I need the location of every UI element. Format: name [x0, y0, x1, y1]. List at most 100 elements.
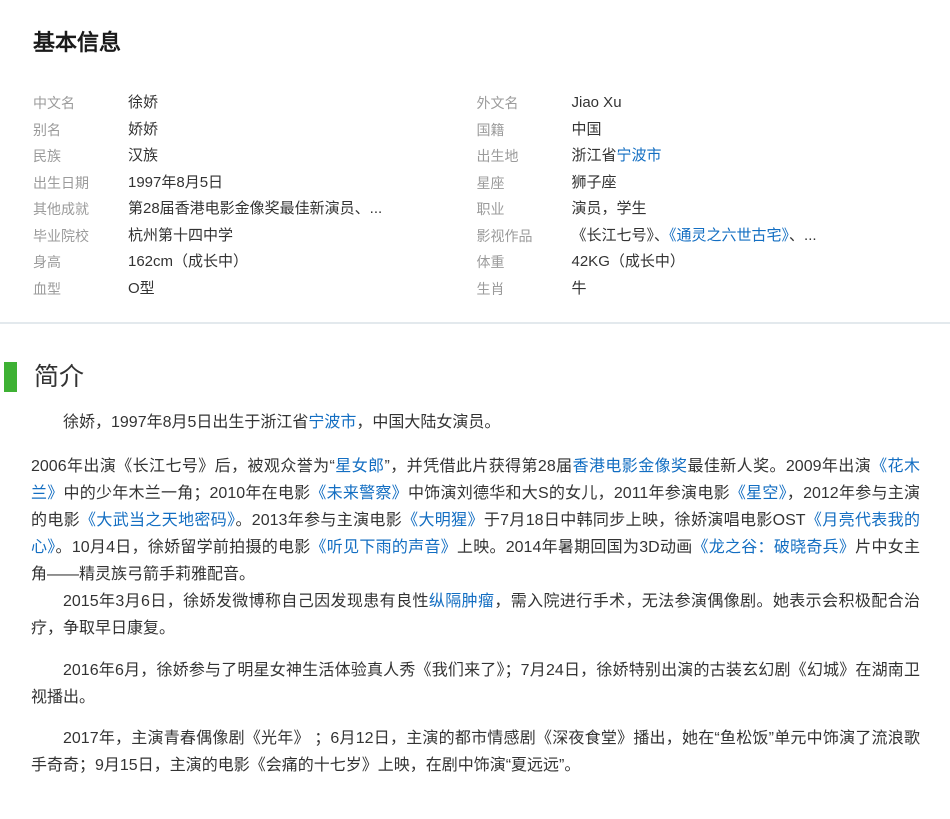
- info-value: 牛: [572, 276, 587, 303]
- text-segment: 徐娇，1997年8月5日出生于浙江省: [63, 414, 308, 431]
- info-label: 毕业院校: [33, 223, 128, 250]
- text-segment: 。10月4日，徐娇留学前拍摄的电影: [56, 539, 311, 556]
- wiki-link[interactable]: 《龙之谷：破晓奇兵》: [692, 539, 855, 556]
- text-segment: 牛: [572, 280, 587, 297]
- text-segment: ”，并凭借此片获得第28届: [385, 458, 573, 475]
- text-segment: 演员，学生: [572, 200, 647, 217]
- info-row: 星座狮子座: [477, 170, 921, 197]
- wiki-link[interactable]: 宁波市: [308, 414, 356, 431]
- info-label: 体重: [477, 249, 572, 276]
- wiki-link[interactable]: 《大武当之天地密码》: [80, 512, 235, 529]
- text-segment: O型: [128, 280, 155, 297]
- text-segment: 、...: [789, 227, 817, 244]
- info-row: 生肖牛: [477, 276, 921, 303]
- info-column-right: 外文名Jiao Xu国籍中国出生地浙江省宁波市星座狮子座职业演员，学生影视作品《…: [477, 90, 921, 302]
- info-value: Jiao Xu: [572, 90, 622, 117]
- info-row: 出生地浙江省宁波市: [477, 143, 921, 170]
- text-segment: 上映。2014年暑期回国为3D动画: [457, 539, 693, 556]
- wiki-link[interactable]: 星女郎: [335, 458, 385, 475]
- intro-paragraphs: 徐娇，1997年8月5日出生于浙江省宁波市，中国大陆女演员。 2006年出演《长江…: [31, 409, 920, 779]
- info-value: 浙江省宁波市: [572, 143, 662, 170]
- text-segment: 最佳新人奖。2009年出演: [687, 458, 871, 475]
- text-segment: 第28届香港电影金像奖最佳新演员、...: [128, 200, 382, 217]
- info-column-left: 中文名徐娇别名娇娇民族汉族出生日期1997年8月5日其他成就第28届香港电影金像…: [33, 90, 477, 302]
- wiki-link[interactable]: 《听见下雨的声音》: [311, 539, 457, 556]
- intro-paragraph: 徐娇，1997年8月5日出生于浙江省宁波市，中国大陆女演员。: [31, 409, 920, 436]
- info-label: 外文名: [477, 90, 572, 117]
- info-label: 其他成就: [33, 196, 128, 223]
- info-row: 民族汉族: [33, 143, 477, 170]
- section-divider: [0, 322, 950, 324]
- info-value: 1997年8月5日: [128, 170, 223, 197]
- text-segment: 2017年，主演青春偶像剧《光年》 ；6月12日，主演的都市情感剧《深夜食堂》播…: [31, 730, 920, 774]
- info-value: 狮子座: [572, 170, 617, 197]
- info-value: 第28届香港电影金像奖最佳新演员、...: [128, 196, 382, 223]
- info-row: 外文名Jiao Xu: [477, 90, 921, 117]
- text-segment: 浙江省: [572, 147, 617, 164]
- info-label: 中文名: [33, 90, 128, 117]
- info-value: 《长江七号》、《通灵之六世古宅》、...: [572, 223, 817, 250]
- intro-paragraph: 2017年，主演青春偶像剧《光年》 ；6月12日，主演的都市情感剧《深夜食堂》播…: [31, 725, 920, 779]
- info-row: 中文名徐娇: [33, 90, 477, 117]
- text-segment: 。2013年参与主演电影: [235, 512, 402, 529]
- info-label: 身高: [33, 249, 128, 276]
- text-segment: 2015年3月6日，徐娇发微博称自己因发现患有良性: [63, 593, 429, 610]
- basic-info-grid: 中文名徐娇别名娇娇民族汉族出生日期1997年8月5日其他成就第28届香港电影金像…: [33, 90, 920, 302]
- info-row: 其他成就第28届香港电影金像奖最佳新演员、...: [33, 196, 477, 223]
- intro-title: 简介: [31, 362, 920, 392]
- basic-info-title: 基本信息: [33, 30, 920, 56]
- text-segment: 2006年出演《长江七号》后，被观众誉为“: [31, 458, 335, 475]
- info-row: 影视作品《长江七号》、《通灵之六世古宅》、...: [477, 223, 921, 250]
- text-segment: Jiao Xu: [572, 94, 622, 111]
- info-label: 别名: [33, 117, 128, 144]
- text-segment: 1997年8月5日: [128, 174, 223, 191]
- intro-paragraph: 2016年6月，徐娇参与了明星女神生活体验真人秀《我们来了》；7月24日，徐娇特…: [31, 657, 920, 711]
- text-segment: 2016年6月，徐娇参与了明星女神生活体验真人秀《我们来了》；7月24日，徐娇特…: [31, 662, 920, 706]
- intro-paragraph: 2006年出演《长江七号》后，被观众誉为“星女郎”，并凭借此片获得第28届香港电…: [31, 453, 920, 588]
- intro-paragraph: 2015年3月6日，徐娇发微博称自己因发现患有良性纵隔肿瘤，需入院进行手术，无法…: [31, 588, 920, 642]
- info-label: 星座: [477, 170, 572, 197]
- info-value: 42KG（成长中）: [572, 249, 685, 276]
- intro-title-label: 简介: [34, 362, 84, 392]
- wiki-link[interactable]: 《大明猩》: [402, 512, 484, 529]
- wiki-link[interactable]: 《未来警察》: [310, 485, 408, 502]
- wiki-link[interactable]: 《通灵之六世古宅》: [669, 227, 789, 244]
- info-row: 职业演员，学生: [477, 196, 921, 223]
- wiki-link[interactable]: 宁波市: [617, 147, 662, 164]
- info-row: 身高162cm（成长中）: [33, 249, 477, 276]
- info-row: 出生日期1997年8月5日: [33, 170, 477, 197]
- green-accent-bar: [4, 362, 17, 392]
- text-segment: 徐娇: [128, 94, 158, 111]
- info-label: 影视作品: [477, 223, 572, 250]
- intro-section: 简介 徐娇，1997年8月5日出生于浙江省宁波市，中国大陆女演员。 2006年出演…: [0, 362, 950, 819]
- info-row: 体重42KG（成长中）: [477, 249, 921, 276]
- text-segment: ，中国大陆女演员。: [356, 414, 500, 431]
- text-segment: 42KG（成长中）: [572, 253, 685, 270]
- info-label: 出生日期: [33, 170, 128, 197]
- info-label: 国籍: [477, 117, 572, 144]
- info-row: 别名娇娇: [33, 117, 477, 144]
- text-segment: 中国: [572, 121, 602, 138]
- text-segment: 中的少年木兰一角；2010年在电影: [64, 485, 311, 502]
- text-segment: 162cm（成长中）: [128, 253, 248, 270]
- info-value: 162cm（成长中）: [128, 249, 248, 276]
- info-value: 徐娇: [128, 90, 158, 117]
- wiki-link[interactable]: 纵隔肿瘤: [429, 593, 495, 610]
- baike-article-page: 基本信息 中文名徐娇别名娇娇民族汉族出生日期1997年8月5日其他成就第28届香…: [0, 0, 950, 819]
- text-segment: 于7月18日中韩同步上映，徐娇演唱电影OST: [484, 512, 806, 529]
- text-segment: 杭州第十四中学: [128, 227, 233, 244]
- wiki-link[interactable]: 《星空》: [730, 485, 787, 502]
- info-label: 血型: [33, 276, 128, 303]
- text-segment: 狮子座: [572, 174, 617, 191]
- text-segment: 娇娇: [128, 121, 158, 138]
- info-value: 中国: [572, 117, 602, 144]
- info-row: 血型O型: [33, 276, 477, 303]
- info-label: 民族: [33, 143, 128, 170]
- info-row: 毕业院校杭州第十四中学: [33, 223, 477, 250]
- info-value: O型: [128, 276, 155, 303]
- basic-info-section: 基本信息 中文名徐娇别名娇娇民族汉族出生日期1997年8月5日其他成就第28届香…: [0, 0, 950, 322]
- text-segment: 汉族: [128, 147, 158, 164]
- info-value: 娇娇: [128, 117, 158, 144]
- info-row: 国籍中国: [477, 117, 921, 144]
- wiki-link[interactable]: 香港电影金像奖: [573, 458, 688, 475]
